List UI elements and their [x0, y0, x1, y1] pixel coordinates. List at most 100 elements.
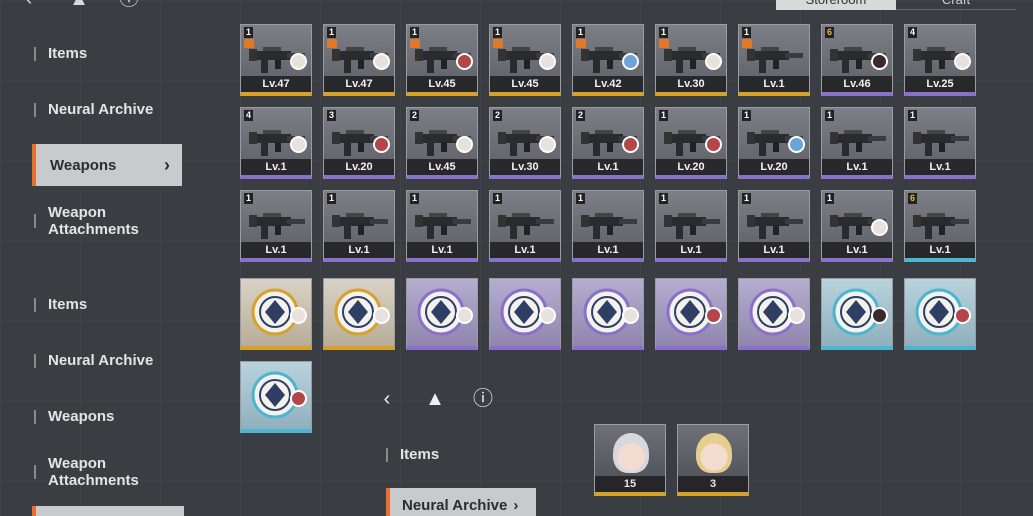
divider — [386, 447, 388, 462]
item-count: 4 — [908, 27, 918, 38]
attachment-tile[interactable] — [406, 278, 478, 350]
weapon-tile[interactable]: 3 Lv.20 — [323, 107, 395, 179]
character-tile[interactable]: 3 — [677, 424, 749, 496]
tab-storeroom[interactable]: Storeroom — [776, 0, 896, 10]
weapon-tile[interactable]: 1 Lv.1 — [406, 190, 478, 262]
avatar — [539, 307, 556, 324]
sidebar-item-label: Weapon Attachments — [48, 204, 139, 238]
top-toolbar: ‹ ▲ ⓘ — [18, 0, 140, 10]
weapon-level: Lv.1 — [241, 159, 311, 175]
item-count: 1 — [410, 27, 420, 38]
weapon-level: Lv.42 — [573, 76, 643, 92]
weapon-tile[interactable]: 1 Lv.1 — [904, 107, 976, 179]
weapon-level: Lv.20 — [739, 159, 809, 175]
attachment-tile[interactable] — [572, 278, 644, 350]
weapon-tile[interactable]: 1 Lv.1 — [655, 190, 727, 262]
avatar — [622, 136, 639, 153]
overlay-sidebar-item-items[interactable]: Items — [386, 446, 439, 463]
overlay-toolbar: ‹ ▲ ⓘ — [374, 386, 496, 412]
sidebar-item-weapon-attachments[interactable]: Weapon Attachments — [34, 455, 184, 489]
weapon-tile[interactable]: 1 Lv.1 — [738, 24, 810, 96]
character-portrait — [613, 433, 649, 473]
sidebar-item-active-partial[interactable] — [32, 506, 184, 516]
attachment-tile[interactable] — [240, 361, 312, 433]
weapon-tile[interactable]: 1 Lv.47 — [240, 24, 312, 96]
attachment-tile[interactable] — [655, 278, 727, 350]
drive-icon[interactable]: ▲ — [68, 0, 90, 10]
weapon-image — [579, 205, 641, 243]
avatar — [705, 136, 722, 153]
attachment-tile[interactable] — [821, 278, 893, 350]
weapon-tile[interactable]: 1 Lv.30 — [655, 24, 727, 96]
weapon-level: Lv.47 — [324, 76, 394, 92]
weapon-tile[interactable]: 1 Lv.1 — [323, 190, 395, 262]
weapon-tile[interactable]: 1 Lv.42 — [572, 24, 644, 96]
drive-icon[interactable]: ▲ — [422, 386, 448, 412]
back-icon[interactable]: ‹ — [18, 0, 40, 10]
attachment-tile[interactable] — [489, 278, 561, 350]
item-count: 1 — [410, 193, 420, 204]
avatar — [290, 136, 307, 153]
attachment-tile[interactable] — [904, 278, 976, 350]
weapon-tile[interactable]: 1 Lv.1 — [821, 190, 893, 262]
weapon-tile[interactable]: 2 Lv.30 — [489, 107, 561, 179]
weapon-tile[interactable]: 2 Lv.45 — [406, 107, 478, 179]
sidebar-item-neural-archive[interactable]: Neural Archive — [34, 101, 184, 118]
weapon-tile[interactable]: 1 Lv.1 — [821, 107, 893, 179]
weapon-level: Lv.45 — [407, 76, 477, 92]
sidebar-item-weapons[interactable]: Weapons › — [32, 144, 182, 186]
weapon-tile[interactable]: 1 Lv.20 — [655, 107, 727, 179]
weapon-tile[interactable]: 1 Lv.1 — [240, 190, 312, 262]
weapon-tile[interactable]: 1 Lv.1 — [489, 190, 561, 262]
weapon-tile[interactable]: 1 Lv.20 — [738, 107, 810, 179]
character-tile[interactable]: 15 — [594, 424, 666, 496]
sidebar-item-items[interactable]: Items — [34, 45, 184, 62]
weapon-image — [496, 205, 558, 243]
info-icon[interactable]: ⓘ — [118, 0, 140, 10]
weapon-image — [662, 205, 724, 243]
weapon-tile[interactable]: 1 Lv.45 — [489, 24, 561, 96]
weapon-tile[interactable]: 2 Lv.1 — [572, 107, 644, 179]
info-icon[interactable]: ⓘ — [470, 386, 496, 412]
weapon-tile[interactable]: 6 Lv.1 — [904, 190, 976, 262]
weapon-level: Lv.1 — [822, 242, 892, 258]
sidebar-item-label: Weapon Attachments — [48, 455, 139, 489]
weapon-image — [745, 205, 807, 243]
sidebar-item-weapon-attachments[interactable]: Weapon Attachments — [34, 204, 184, 238]
item-count: 1 — [659, 110, 669, 121]
weapon-level: Lv.47 — [241, 76, 311, 92]
avatar — [290, 390, 307, 407]
sidebar-item-label: Weapons — [48, 408, 115, 425]
weapon-tile[interactable]: 1 Lv.1 — [572, 190, 644, 262]
weapon-level: Lv.1 — [241, 242, 311, 258]
sidebar-item-weapons[interactable]: Weapons — [34, 408, 184, 425]
overlay-sidebar-item-neural-archive[interactable]: Neural Archive › — [386, 488, 536, 516]
avatar — [373, 307, 390, 324]
weapon-level: Lv.1 — [822, 159, 892, 175]
back-icon[interactable]: ‹ — [374, 386, 400, 412]
weapon-tile[interactable]: 1 Lv.47 — [323, 24, 395, 96]
divider — [34, 297, 36, 312]
sidebar-item-label: Neural Archive — [48, 352, 154, 369]
avatar — [373, 136, 390, 153]
weapon-tile[interactable]: 6 Lv.46 — [821, 24, 893, 96]
weapon-tile[interactable]: 1 Lv.45 — [406, 24, 478, 96]
attachment-tile[interactable] — [738, 278, 810, 350]
attachment-tile[interactable] — [323, 278, 395, 350]
overlay-item-label: Items — [400, 446, 440, 463]
avatar — [705, 307, 722, 324]
weapon-tile[interactable]: 4 Lv.25 — [904, 24, 976, 96]
weapon-level: Lv.1 — [739, 76, 809, 92]
weapon-level: Lv.20 — [324, 159, 394, 175]
tab-craft[interactable]: Craft — [896, 0, 1016, 10]
weapon-image — [828, 122, 890, 160]
weapon-tile[interactable]: 4 Lv.1 — [240, 107, 312, 179]
attachment-tile[interactable] — [240, 278, 312, 350]
avatar — [539, 53, 556, 70]
sidebar-item-neural-archive[interactable]: Neural Archive — [34, 352, 184, 369]
divider — [34, 353, 36, 368]
sidebar-item-items[interactable]: Items — [34, 296, 184, 313]
item-count: 1 — [742, 193, 752, 204]
top-tabs: Storeroom Craft — [776, 0, 1016, 10]
weapon-tile[interactable]: 1 Lv.1 — [738, 190, 810, 262]
